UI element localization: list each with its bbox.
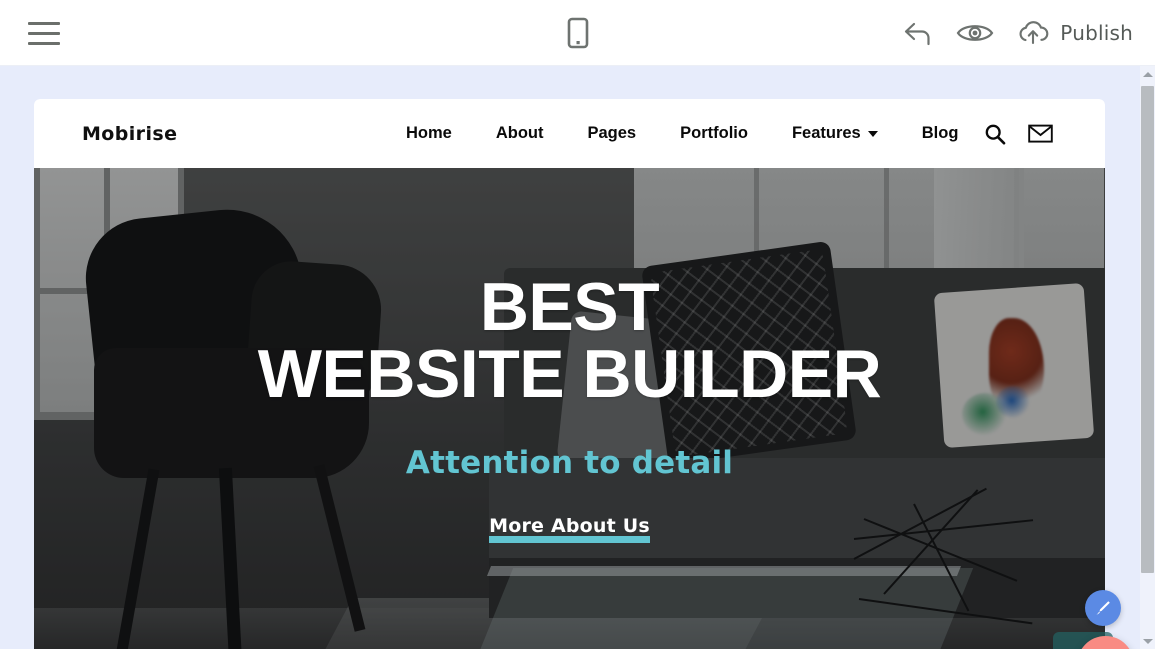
hamburger-line [28, 41, 60, 45]
eye-preview-icon[interactable] [956, 20, 994, 46]
nav-item-blog-label: Blog [921, 124, 959, 142]
nav-item-portfolio-label: Portfolio [680, 124, 748, 142]
nav-item-pages-label: Pages [587, 124, 637, 142]
chevron-down-icon [867, 130, 878, 137]
hero-section[interactable]: BEST WEBSITE BUILDER Attention to detail… [34, 168, 1105, 649]
hamburger-line [28, 31, 60, 35]
publish-label: Publish [1060, 21, 1133, 45]
hamburger-menu-icon[interactable] [24, 16, 64, 50]
nav-item-blog[interactable]: Blog [900, 124, 981, 143]
nav-item-portfolio[interactable]: Portfolio [658, 124, 770, 143]
mobile-device-icon[interactable] [566, 17, 590, 49]
hero-cta-wrapper: More About Us [489, 515, 650, 544]
mobirise-app-window: Publish Mobirise Home About Pages Portfo… [0, 0, 1155, 649]
hero-title-line-1: BEST [479, 269, 660, 345]
site-brand-logo[interactable]: Mobirise [82, 123, 177, 145]
email-icon[interactable] [1028, 124, 1053, 143]
nav-item-home[interactable]: Home [384, 124, 474, 143]
nav-item-home-label: Home [406, 124, 452, 142]
undo-arrow-icon[interactable] [902, 18, 934, 48]
nav-item-pages[interactable]: Pages [566, 124, 659, 143]
cloud-upload-icon [1016, 19, 1050, 47]
hero-title[interactable]: BEST WEBSITE BUILDER [257, 273, 882, 412]
nav-item-features-label: Features [791, 124, 861, 142]
scroll-down-arrow-icon[interactable] [1140, 633, 1155, 649]
toolbar-left-group [24, 0, 64, 66]
hero-cta-link[interactable]: More About Us [489, 515, 650, 544]
hamburger-line [28, 21, 60, 25]
nav-item-features[interactable]: Features [770, 124, 900, 143]
triangle-down [1142, 638, 1153, 644]
scroll-up-arrow-icon[interactable] [1140, 66, 1155, 82]
publish-button[interactable]: Publish [1016, 19, 1137, 47]
edit-style-fab-button[interactable] [1085, 590, 1121, 626]
hero-content: BEST WEBSITE BUILDER Attention to detail… [34, 168, 1105, 649]
toolbar-right-group: Publish [902, 0, 1137, 66]
site-page: Mobirise Home About Pages Portfolio Feat… [34, 99, 1105, 649]
hero-subtitle[interactable]: Attention to detail [406, 445, 733, 481]
editor-toolbar: Publish [0, 0, 1155, 66]
search-icon[interactable] [984, 123, 1006, 145]
triangle-up [1142, 71, 1153, 77]
scrollbar-thumb[interactable] [1141, 86, 1154, 573]
hero-title-line-2: WEBSITE BUILDER [257, 335, 882, 412]
nav-item-about[interactable]: About [474, 124, 566, 143]
nav-item-about-label: About [495, 124, 544, 142]
site-navbar: Mobirise Home About Pages Portfolio Feat… [34, 99, 1105, 168]
site-preview-canvas[interactable]: Mobirise Home About Pages Portfolio Feat… [0, 66, 1140, 649]
canvas-scrollbar[interactable] [1140, 66, 1155, 649]
paintbrush-icon [1096, 601, 1110, 615]
site-nav-icons [984, 123, 1053, 145]
site-nav-links: Home About Pages Portfolio Features Blog [384, 124, 980, 143]
